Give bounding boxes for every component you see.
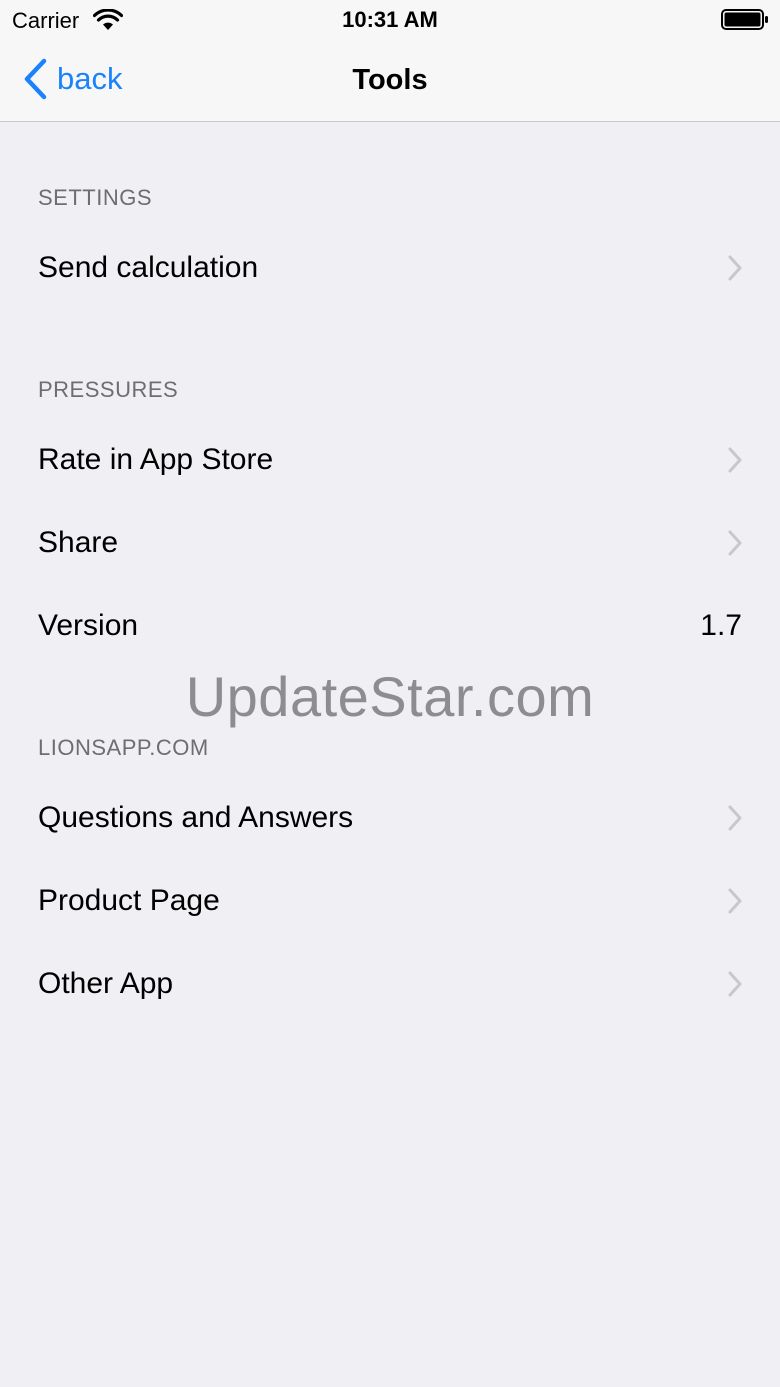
section-header-settings: SETTINGS xyxy=(38,185,153,210)
chevron-right-icon xyxy=(728,971,742,997)
chevron-right-icon xyxy=(728,805,742,831)
row-label: Version xyxy=(38,609,139,642)
chevron-right-icon xyxy=(728,888,742,914)
row-version: Version 1.7 xyxy=(0,586,780,666)
version-value: 1.7 xyxy=(700,609,742,642)
row-send-calculation[interactable]: Send calculation xyxy=(0,228,780,308)
row-questions-and-answers[interactable]: Questions and Answers xyxy=(0,778,780,858)
navigation-bar: back Tools xyxy=(0,40,780,121)
status-time: 10:31 AM xyxy=(342,7,438,32)
chevron-right-icon xyxy=(728,530,742,556)
row-other-app[interactable]: Other App xyxy=(0,944,780,1024)
row-rate-in-app-store[interactable]: Rate in App Store xyxy=(0,420,780,500)
section-header-pressures: PRESSURES xyxy=(38,377,179,402)
battery-icon xyxy=(721,9,768,30)
row-label: Share xyxy=(38,526,119,559)
row-label: Rate in App Store xyxy=(38,443,274,476)
chevron-right-icon xyxy=(728,255,742,281)
row-share[interactable]: Share xyxy=(0,503,780,583)
section-header-lionsapp: LIONSAPP.COM xyxy=(38,735,209,760)
row-label: Questions and Answers xyxy=(38,801,354,834)
row-product-page[interactable]: Product Page xyxy=(0,861,780,941)
row-label: Other App xyxy=(38,967,174,1000)
row-label: Send calculation xyxy=(38,251,259,284)
status-bar: Carrier 10:31 AM xyxy=(0,0,780,40)
top-bar: Carrier 10:31 AM back Tools xyxy=(0,0,780,122)
watermark: UpdateStar.com xyxy=(185,665,595,728)
chevron-right-icon xyxy=(728,447,742,473)
page-title: Tools xyxy=(352,64,428,96)
row-label: Product Page xyxy=(38,884,220,917)
